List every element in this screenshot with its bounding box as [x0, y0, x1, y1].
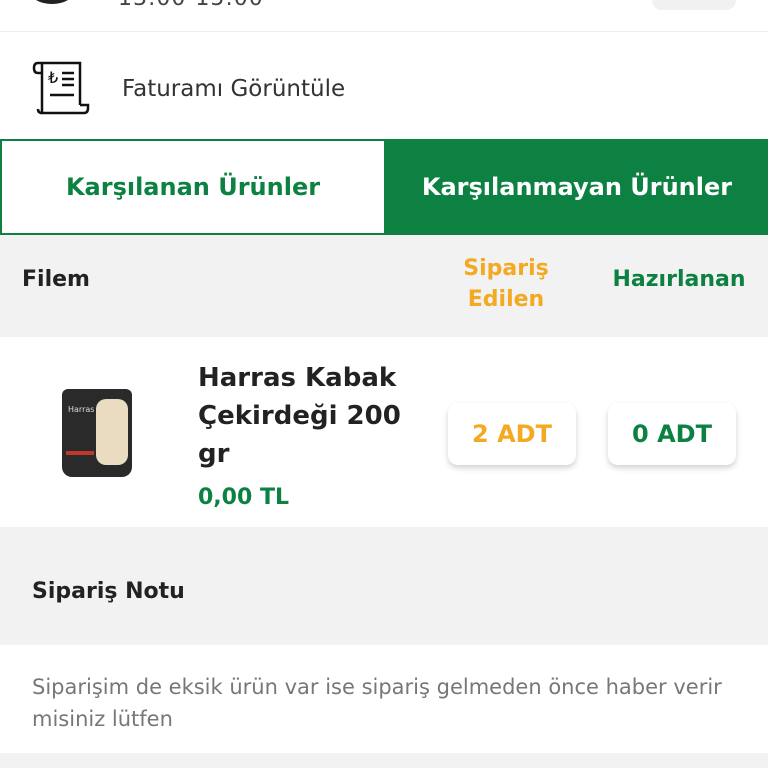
- column-prepared: Hazırlanan: [612, 267, 746, 292]
- product-image: Harras: [62, 389, 132, 477]
- fulfillment-tabs: Karşılanan Ürünler Karşılanmayan Ürünler: [0, 139, 768, 235]
- bottom-strip: [0, 753, 768, 768]
- column-header: Filem Sipariş Edilen Hazırlanan: [0, 235, 768, 337]
- top-right-button[interactable]: [652, 0, 736, 10]
- order-note-text: Siparişim de eksik ürün var ise sipariş …: [32, 675, 722, 731]
- order-note-title: Sipariş Notu: [32, 579, 185, 604]
- delivery-hours: 13:00-15:00: [118, 0, 264, 11]
- order-note-header: Sipariş Notu: [0, 527, 768, 645]
- invoice-currency-glyph: ₺: [48, 68, 58, 87]
- prepared-quantity: 0 ADT: [608, 403, 736, 465]
- product-price: 0,00 TL: [198, 485, 289, 510]
- product-row: Harras Harras Kabak Çekirdeği 200 gr 0,0…: [0, 337, 768, 527]
- column-ordered: Sipariş Edilen: [463, 256, 549, 312]
- view-invoice-label: Faturamı Görüntüle: [122, 76, 346, 102]
- tab-unmet-products[interactable]: Karşılanmayan Ürünler: [386, 139, 768, 235]
- view-invoice-row[interactable]: ₺ Faturamı Görüntüle: [0, 33, 768, 137]
- order-note-body: Siparişim de eksik ürün var ise sipariş …: [0, 645, 768, 753]
- top-strip: 13:00-15:00: [0, 0, 768, 32]
- clock-icon: [30, 0, 74, 4]
- product-name: Harras Kabak Çekirdeği 200 gr: [198, 363, 401, 469]
- column-product: Filem: [22, 267, 90, 292]
- ordered-quantity: 2 ADT: [448, 403, 576, 465]
- tab-met-products[interactable]: Karşılanan Ürünler: [0, 139, 386, 235]
- invoice-icon: ₺: [32, 61, 90, 115]
- product-image-brand: Harras: [68, 405, 95, 414]
